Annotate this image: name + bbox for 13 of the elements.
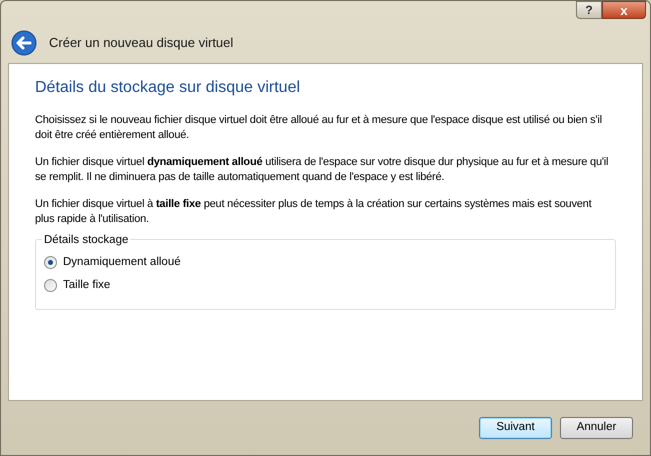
help-button[interactable]: ? [576,1,602,19]
description-text: Un fichier disque virtuel à taille fixe peut nécessiter plus de temps à la création sur certains systèmes mais est souvent plus rapide à l'utilisation. [35,197,593,227]
radio-button[interactable] [44,256,57,270]
page-heading: Détails du stockage sur disque virtuel [35,78,302,98]
description-text: Un fichier disque virtuel dynamiquement alloué utilisera de l'espace sur votre disque dur physique au fur et à mesure qu'il se remplit. Il ne diminuera pas de taille automatiquement quand de l'espace y est libéré. [35,155,610,185]
dialog-button[interactable]: Suivant [479,417,552,439]
radio-label[interactable]: Dynamiquement alloué [63,254,181,272]
window-title: Créer un nouveau disque virtuel [49,34,234,52]
description-text: Choisissez si le nouveau fichier disque virtuel doit être alloué au fur et à mesure que l'espace disque est utilisé ou bien s'il doit être créé entièrement alloué. [35,113,603,143]
radio-label[interactable]: Taille fixe [63,277,110,294]
dialog-button[interactable]: Annuler [560,417,633,439]
radio-button[interactable] [44,279,57,292]
close-button[interactable]: x [602,1,646,19]
